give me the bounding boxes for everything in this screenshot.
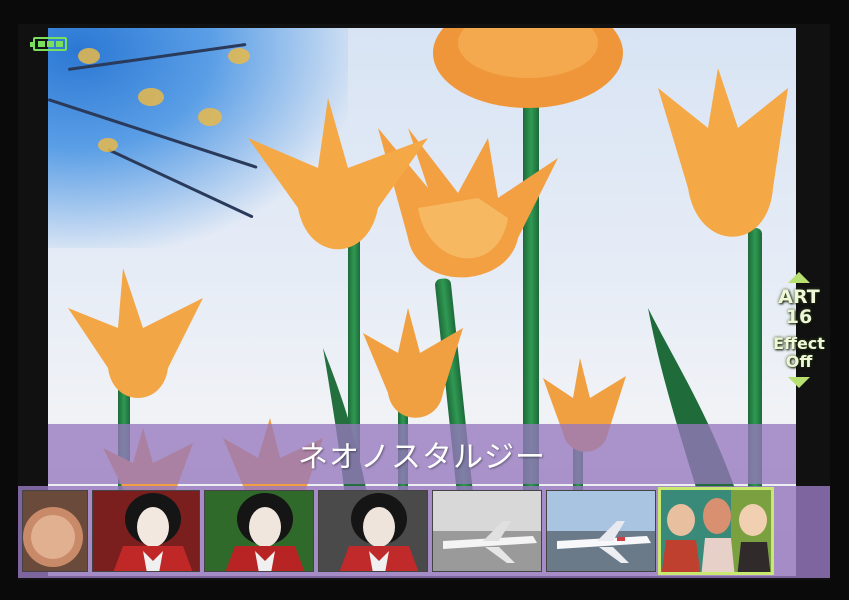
blossom	[198, 108, 222, 126]
blossom	[138, 88, 164, 106]
blossom	[78, 48, 100, 64]
tulip-flower	[68, 268, 203, 398]
thumbnail-airplane-bw[interactable]	[432, 490, 542, 572]
blossom	[98, 138, 118, 152]
tulip-flower	[248, 98, 428, 250]
effect-value[interactable]: Off	[769, 353, 829, 371]
tulip-flower	[433, 28, 623, 108]
thumbnail-group-vintage[interactable]	[658, 487, 774, 575]
tulip-flower	[658, 68, 788, 237]
triangle-down-icon[interactable]	[788, 377, 810, 388]
thumbnail-airplane-color[interactable]	[546, 490, 656, 572]
filter-name: ネオノスタルジー	[298, 440, 546, 475]
battery-icon	[30, 37, 67, 51]
art-mode-label: ART	[778, 286, 820, 308]
filter-name-banner: ネオノスタルジー	[48, 424, 796, 484]
thumbnail-latte[interactable]	[22, 490, 88, 572]
thumbnail-portrait-red[interactable]	[92, 490, 200, 572]
thumbnail-portrait-green[interactable]	[204, 490, 314, 572]
effect-label[interactable]: Effect	[769, 335, 829, 353]
thumbnail-portrait-grey[interactable]	[318, 490, 428, 572]
tulip-flower	[363, 308, 463, 418]
art-mode-number: 16	[785, 306, 813, 328]
art-side-menu: ART 16 Effect Off	[769, 272, 829, 388]
triangle-up-icon[interactable]	[788, 272, 810, 283]
blossom	[228, 48, 250, 64]
